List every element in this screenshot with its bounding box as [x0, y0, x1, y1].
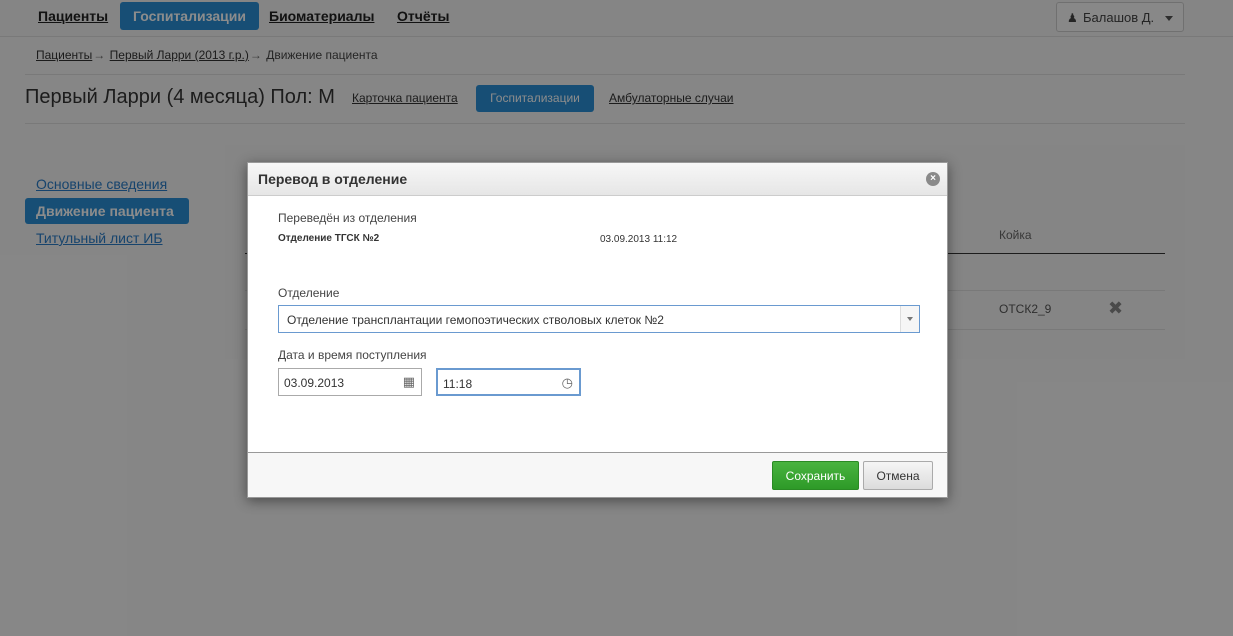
select-arrow[interactable] [900, 306, 919, 332]
save-button[interactable]: Сохранить [772, 461, 859, 490]
date-input-value: 03.09.2013 [284, 376, 345, 390]
admission-datetime-label: Дата и время поступления [278, 348, 427, 362]
date-input[interactable]: 03.09.2013 ▦ [278, 368, 422, 396]
time-input-value: 11:18 [443, 377, 473, 391]
clock-icon[interactable]: ◷ [562, 375, 573, 391]
time-input[interactable]: 11:18 ◷ [436, 368, 581, 396]
from-datetime-value: 03.09.2013 11:12 [600, 234, 678, 245]
department-select[interactable]: Отделение трансплантации гемопоэтических… [278, 305, 920, 333]
close-icon[interactable]: × [926, 172, 940, 186]
transferred-from-label: Переведён из отделения [278, 211, 417, 225]
transfer-dialog: Перевод в отделение × Переведён из отдел… [247, 162, 948, 498]
from-department-value: Отделение ТГСК №2 [278, 233, 380, 244]
calendar-icon[interactable]: ▦ [403, 374, 415, 390]
cancel-button[interactable]: Отмена [863, 461, 933, 490]
department-label: Отделение [278, 286, 340, 300]
department-select-value: Отделение трансплантации гемопоэтических… [287, 313, 664, 327]
dialog-header: Перевод в отделение × [248, 163, 947, 196]
chevron-down-icon [907, 317, 913, 321]
dialog-title: Перевод в отделение [258, 171, 408, 187]
